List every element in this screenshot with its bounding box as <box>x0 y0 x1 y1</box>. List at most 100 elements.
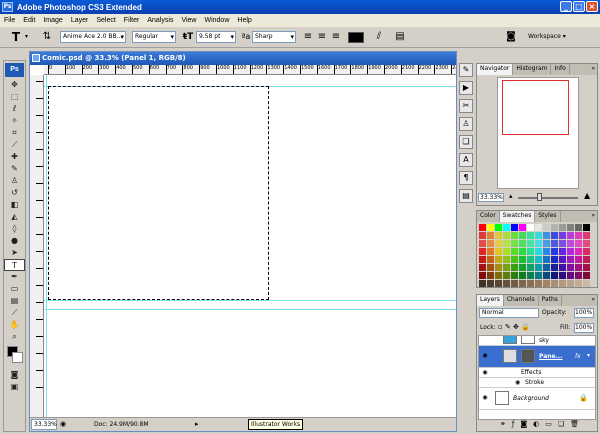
color-swatch[interactable] <box>495 240 502 247</box>
color-swatch[interactable] <box>487 280 494 287</box>
color-swatch[interactable] <box>551 232 558 239</box>
color-swatch[interactable] <box>527 232 534 239</box>
color-swatch[interactable] <box>495 264 502 271</box>
color-swatch[interactable] <box>503 232 510 239</box>
color-swatch[interactable] <box>567 224 574 231</box>
workspace-menu[interactable]: Workspace ▾ <box>528 31 578 43</box>
color-swatch[interactable] <box>543 224 550 231</box>
color-swatch[interactable] <box>575 224 582 231</box>
new-group-icon[interactable]: ▭ <box>545 420 552 430</box>
pen-tool-icon[interactable]: ✒ <box>4 271 25 283</box>
navigator-zoom-field[interactable]: 33.33% <box>478 193 504 202</box>
zoom-field[interactable]: 33.33% <box>31 419 57 430</box>
color-swatch[interactable] <box>511 240 518 247</box>
color-swatch[interactable] <box>479 232 486 239</box>
color-swatch[interactable] <box>503 280 510 287</box>
color-swatch[interactable] <box>519 240 526 247</box>
tab-histogram[interactable]: Histogram <box>513 64 552 75</box>
color-swatch[interactable] <box>583 256 590 263</box>
color-swatch[interactable] <box>583 248 590 255</box>
color-swatch[interactable] <box>495 224 502 231</box>
color-swatch[interactable] <box>583 232 590 239</box>
color-swatch[interactable] <box>511 280 518 287</box>
layer-row-sky[interactable]: sky <box>479 336 595 346</box>
color-swatch[interactable] <box>551 264 558 271</box>
quick-mask-icon[interactable]: ◙ <box>4 369 25 381</box>
canvas[interactable] <box>44 75 456 417</box>
color-swatch[interactable] <box>479 224 486 231</box>
color-swatch[interactable] <box>559 232 566 239</box>
color-swatch[interactable] <box>559 224 566 231</box>
color-swatch[interactable] <box>567 280 574 287</box>
color-swatch[interactable] <box>535 232 542 239</box>
font-family-select[interactable]: Anime Ace 2.0 BB... <box>60 31 126 43</box>
brushes-panel-icon[interactable]: ✎ <box>459 63 473 77</box>
menu-edit[interactable]: Edit <box>19 17 39 24</box>
color-swatch[interactable] <box>559 256 566 263</box>
menu-analysis[interactable]: Analysis <box>143 17 177 24</box>
menu-window[interactable]: Window <box>200 17 233 24</box>
color-swatch[interactable] <box>527 256 534 263</box>
add-mask-icon[interactable]: ◙ <box>520 420 527 430</box>
preset-dropdown-arrow-icon[interactable]: ▾ <box>25 31 31 43</box>
screen-mode-icon[interactable]: ▣ <box>4 381 25 393</box>
menu-file[interactable]: File <box>0 17 19 24</box>
color-swatch[interactable] <box>511 264 518 271</box>
clone-stamp-tool-icon[interactable]: ♙ <box>4 175 25 187</box>
color-swatch[interactable] <box>503 224 510 231</box>
tab-navigator[interactable]: Navigator <box>477 64 514 75</box>
navigator-view-box[interactable] <box>502 80 569 135</box>
color-swatch[interactable] <box>575 232 582 239</box>
color-swatch[interactable] <box>495 280 502 287</box>
menu-help[interactable]: Help <box>233 17 255 24</box>
color-swatch[interactable] <box>479 272 486 279</box>
expand-effects-icon[interactable]: ▾ <box>587 352 590 359</box>
menu-view[interactable]: View <box>177 17 200 24</box>
color-swatch[interactable] <box>527 280 534 287</box>
color-swatch[interactable] <box>511 272 518 279</box>
color-swatch[interactable] <box>487 256 494 263</box>
actions-panel-icon[interactable]: ▶ <box>459 81 473 95</box>
fill-field[interactable]: 100% <box>574 323 594 333</box>
color-swatch[interactable] <box>559 280 566 287</box>
color-swatch[interactable] <box>551 280 558 287</box>
shape-tool-icon[interactable]: ▭ <box>4 283 25 295</box>
tab-styles[interactable]: Styles <box>535 211 561 222</box>
tab-channels[interactable]: Channels <box>504 295 539 306</box>
layer-fx-badge[interactable]: fx <box>575 353 581 360</box>
character-panel-icon[interactable]: ▤ <box>394 31 406 43</box>
type-tool-preset-icon[interactable]: T <box>8 31 24 43</box>
color-swatch[interactable] <box>487 264 494 271</box>
align-right-icon[interactable]: ≡ <box>330 31 342 43</box>
color-swatch[interactable] <box>487 232 494 239</box>
document-title-bar[interactable]: Comic.psd @ 33.3% (Panel 1, RGB/8) <box>30 52 456 65</box>
zoom-out-icon[interactable]: ▴ <box>509 192 513 200</box>
color-swatch[interactable] <box>503 248 510 255</box>
menu-image[interactable]: Image <box>39 17 66 24</box>
paragraph-panel-icon[interactable]: ¶ <box>459 171 473 185</box>
color-swatch[interactable] <box>559 248 566 255</box>
color-swatch[interactable] <box>479 280 486 287</box>
menu-select[interactable]: Select <box>92 17 119 24</box>
color-swatch[interactable] <box>575 272 582 279</box>
color-swatch[interactable] <box>535 280 542 287</box>
brush-tool-icon[interactable]: ✎ <box>4 163 25 175</box>
color-swatch[interactable] <box>567 256 574 263</box>
visibility-eye-icon[interactable]: ◉ <box>515 379 520 386</box>
color-swatch[interactable] <box>519 224 526 231</box>
navigator-preview[interactable] <box>497 77 579 189</box>
color-swatch[interactable] <box>535 248 542 255</box>
color-swatch[interactable] <box>543 232 550 239</box>
color-swatch[interactable] <box>511 224 518 231</box>
zoom-slider-knob[interactable] <box>537 193 543 201</box>
new-layer-icon[interactable]: ❏ <box>558 420 564 430</box>
align-center-icon[interactable]: ≡ <box>316 31 328 43</box>
zoom-in-icon[interactable]: ▲ <box>584 191 590 200</box>
eraser-tool-icon[interactable]: ◧ <box>4 199 25 211</box>
menu-filter[interactable]: Filter <box>120 17 144 24</box>
color-swatch[interactable] <box>559 240 566 247</box>
color-swatch[interactable] <box>535 272 542 279</box>
layer-style-icon[interactable]: ƒ <box>512 420 514 430</box>
layer-row-background[interactable]: ◉ Background 🔒 <box>479 388 595 410</box>
color-swatch[interactable] <box>551 248 558 255</box>
